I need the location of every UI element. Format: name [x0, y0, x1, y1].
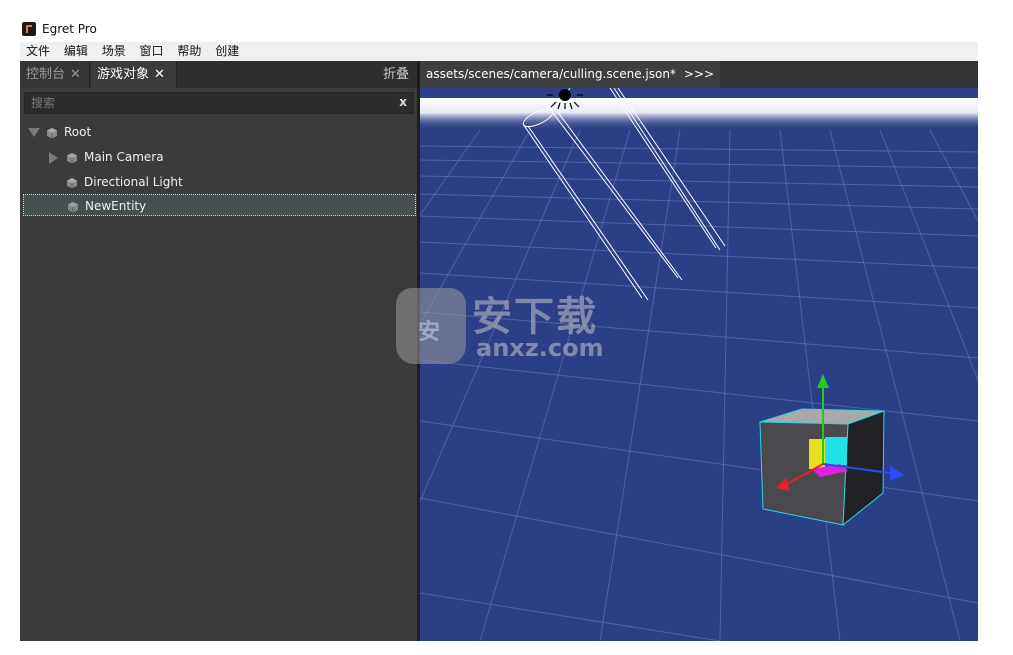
gizmo-plane-xy[interactable]: [825, 437, 847, 465]
watermark-badge: 安: [418, 320, 441, 345]
app-title: Egret Pro: [42, 22, 97, 36]
tab-game-objects[interactable]: 游戏对象 ✕: [91, 61, 177, 88]
tree-item-label: Root: [64, 125, 92, 139]
tab-console[interactable]: 控制台 ✕: [20, 61, 90, 88]
tree-item-label: Main Camera: [84, 150, 164, 164]
cube-icon: [67, 152, 77, 163]
tree-item-main-camera[interactable]: Main Camera: [49, 146, 413, 168]
collapse-arrow-icon[interactable]: [49, 151, 58, 164]
tree-item-label: NewEntity: [85, 199, 147, 213]
tab-console-label: 控制台: [26, 67, 66, 82]
cube-icon: [67, 177, 77, 188]
watermark-domain: anxz.com: [476, 334, 604, 362]
egret-logo-icon: [22, 22, 36, 36]
cube-icon: [47, 127, 57, 138]
more-tabs-button[interactable]: >>>: [684, 67, 714, 81]
menu-file[interactable]: 文件: [22, 42, 54, 61]
menu-create[interactable]: 创建: [211, 42, 243, 61]
expand-arrow-icon[interactable]: [28, 128, 40, 137]
hierarchy-panel: 控制台 ✕ 游戏对象 ✕ 折叠 x Root Main Camera Directi…: [20, 61, 417, 641]
tab-game-objects-label: 游戏对象: [97, 67, 150, 82]
title-bar: Egret Pro: [20, 18, 978, 42]
menu-window[interactable]: 窗口: [136, 42, 168, 61]
menu-help[interactable]: 帮助: [173, 42, 205, 61]
tab-scene-file[interactable]: assets/scenes/camera/culling.scene.json*…: [420, 61, 721, 88]
horizon-glow: [420, 98, 978, 130]
watermark-bag-icon: 安: [396, 288, 466, 364]
tree-item-directional-light[interactable]: Directional Light: [66, 171, 413, 193]
sky-strip: [420, 88, 978, 98]
search-clear-button[interactable]: x: [399, 95, 407, 109]
menu-scene[interactable]: 场景: [98, 42, 130, 61]
cube-icon: [68, 201, 78, 212]
menu-edit[interactable]: 编辑: [60, 42, 92, 61]
tree-item-new-entity[interactable]: NewEntity: [23, 194, 416, 216]
fold-button[interactable]: 折叠: [383, 61, 409, 88]
scene-tab-bar: assets/scenes/camera/culling.scene.json*…: [420, 61, 978, 88]
menu-bar: 文件 编辑 场景 窗口 帮助 创建: [20, 42, 978, 61]
tree-item-root[interactable]: Root: [28, 121, 413, 143]
panel-tab-bar: 控制台 ✕ 游戏对象 ✕ 折叠: [20, 61, 417, 88]
close-icon[interactable]: ✕: [70, 67, 81, 82]
watermark: 安 安下载 anxz.com: [396, 282, 616, 372]
scene-file-label: assets/scenes/camera/culling.scene.json*: [426, 67, 676, 81]
close-icon[interactable]: ✕: [154, 67, 165, 82]
search-input[interactable]: [31, 95, 381, 111]
tree-item-label: Directional Light: [84, 175, 183, 189]
search-box: x: [24, 92, 414, 114]
